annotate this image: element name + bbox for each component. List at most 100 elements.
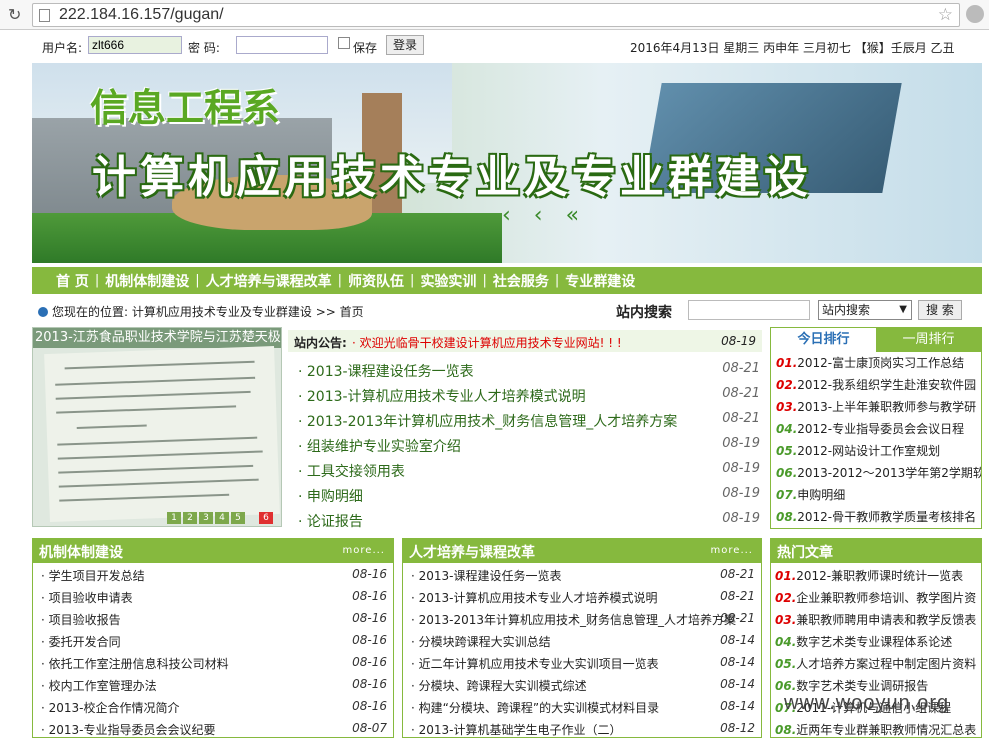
hot-title[interactable]: 数字艺术类专业调研报告: [796, 679, 928, 693]
nav-lab[interactable]: 实验实训: [414, 271, 482, 291]
list-item[interactable]: · 项目验收报告 08-16: [33, 607, 393, 629]
list-item[interactable]: 07.申购明细: [771, 484, 981, 506]
list-item[interactable]: 03.兼职教师聘用申请表和教学反馈表: [771, 607, 981, 629]
item-title[interactable]: · 2013-校企合作情况简介: [41, 699, 180, 716]
item-title[interactable]: · 分模块跨课程大实训总结: [411, 633, 551, 650]
list-item[interactable]: · 2013-计算机应用技术专业人才培养模式说明 08-21: [298, 382, 762, 407]
item-title[interactable]: · 分模块、跨课程大实训模式综述: [411, 677, 587, 694]
list-item[interactable]: · 2013-校企合作情况简介 08-16: [33, 695, 393, 717]
login-button[interactable]: 登录: [386, 35, 424, 55]
list-item[interactable]: · 2013-2013年计算机应用技术_财务信息管理_人才培养方案 08-21: [298, 407, 762, 432]
breadcrumb-path[interactable]: 计算机应用技术专业及专业群建设 >> 首页: [132, 305, 364, 319]
slide-page-2[interactable]: 2: [183, 512, 197, 524]
list-item[interactable]: 08.近两年专业群兼职教师情况汇总表: [771, 717, 981, 739]
nav-talent[interactable]: 人才培养与课程改革: [200, 271, 338, 291]
photo-slideshow[interactable]: 2013-江苏食品职业技术学院与江苏楚天极目 1 2 3 4 5 6: [32, 327, 282, 527]
rank-title[interactable]: 申购明细: [797, 488, 845, 502]
reload-icon[interactable]: ↻: [8, 5, 21, 24]
rank-title[interactable]: 2013-上半年兼职教师参与教学研: [797, 400, 976, 414]
slide-page-6[interactable]: 6: [259, 512, 273, 524]
list-item[interactable]: 08.2012-骨干教师教学质量考核排名: [771, 506, 981, 528]
more-link[interactable]: more...: [711, 545, 753, 556]
news-title[interactable]: · 论证报告: [298, 511, 363, 531]
item-title[interactable]: · 项目验收申请表: [41, 589, 133, 606]
password-input[interactable]: [236, 36, 328, 54]
list-item[interactable]: · 2013-计算机基础学生电子作业（二） 08-12: [403, 717, 761, 739]
rank-title[interactable]: 2012-网站设计工作室规划: [797, 444, 940, 458]
username-input[interactable]: [88, 36, 182, 54]
item-title[interactable]: · 校内工作室管理办法: [41, 677, 157, 694]
list-item[interactable]: · 项目验收申请表 08-16: [33, 585, 393, 607]
list-item[interactable]: 04.数字艺术类专业课程体系论述: [771, 629, 981, 651]
remember-checkbox[interactable]: [338, 37, 350, 49]
rank-title[interactable]: 2012-我系组织学生赴淮安软件园: [797, 378, 976, 392]
hot-title[interactable]: 人才培养方案过程中制定图片资料: [796, 657, 976, 671]
announcement-text[interactable]: · 欢迎光临骨干校建设计算机应用技术专业网站! ! !: [352, 334, 622, 351]
hot-title[interactable]: 近两年专业群兼职教师情况汇总表: [796, 723, 976, 737]
list-item[interactable]: 04.2012-专业指导委员会会议日程: [771, 418, 981, 440]
item-title[interactable]: · 2013-计算机应用技术专业人才培养模式说明: [411, 589, 658, 606]
rank-title[interactable]: 2012-骨干教师教学质量考核排名: [797, 510, 976, 524]
slide-caption[interactable]: 2013-江苏食品职业技术学院与江苏楚天极目: [33, 328, 281, 348]
item-title[interactable]: · 项目验收报告: [41, 611, 121, 628]
item-title[interactable]: · 2013-2013年计算机应用技术_财务信息管理_人才培养方案: [411, 611, 736, 628]
list-item[interactable]: · 依托工作室注册信息科技公司材料 08-16: [33, 651, 393, 673]
hot-item[interactable]: 04.数字艺术类专业课程体系论述: [775, 633, 952, 650]
list-item[interactable]: · 2013-计算机应用技术专业人才培养模式说明 08-21: [403, 585, 761, 607]
rank-title[interactable]: 2013-2012～2013学年第2学期软件: [797, 466, 981, 480]
hot-title[interactable]: 企业兼职教师参培训、教学图片资: [796, 591, 976, 605]
slide-page-3[interactable]: 3: [199, 512, 213, 524]
rank-title[interactable]: 2012-专业指导委员会会议日程: [797, 422, 964, 436]
list-item[interactable]: · 组装维护专业实验室介绍 08-19: [298, 432, 762, 457]
hot-item[interactable]: 05.人才培养方案过程中制定图片资料: [775, 655, 976, 672]
list-item[interactable]: 02.企业兼职教师参培训、教学图片资: [771, 585, 981, 607]
list-item[interactable]: · 学生项目开发总结 08-16: [33, 563, 393, 585]
hot-title[interactable]: 数字艺术类专业课程体系论述: [796, 635, 952, 649]
tab-week[interactable]: 一周排行: [876, 328, 981, 352]
list-item[interactable]: 05.2012-网站设计工作室规划: [771, 440, 981, 462]
hot-title[interactable]: 兼职教师聘用申请表和教学反馈表: [796, 613, 976, 627]
list-item[interactable]: 03.2013-上半年兼职教师参与教学研: [771, 396, 981, 418]
nav-group[interactable]: 专业群建设: [559, 271, 641, 291]
slide-page-5[interactable]: 5: [231, 512, 245, 524]
news-title[interactable]: · 组装维护专业实验室介绍: [298, 436, 461, 456]
hot-item[interactable]: 08.近两年专业群兼职教师情况汇总表: [775, 721, 976, 738]
item-title[interactable]: · 学生项目开发总结: [41, 567, 145, 584]
item-title[interactable]: · 近二年计算机应用技术专业大实训项目一览表: [411, 655, 659, 672]
list-item[interactable]: · 论证报告 08-19: [298, 507, 762, 532]
search-scope-select[interactable]: 站内搜索 ▼: [818, 300, 912, 320]
hot-title[interactable]: 2012-兼职教师课时统计一览表: [796, 569, 963, 583]
nav-mechanism[interactable]: 机制体制建设: [99, 271, 195, 291]
list-item[interactable]: · 2013-课程建设任务一览表 08-21: [298, 357, 762, 382]
news-title[interactable]: · 申购明细: [298, 486, 363, 506]
list-item[interactable]: · 分模块、跨课程大实训模式综述 08-14: [403, 673, 761, 695]
url-text[interactable]: 222.184.16.157/gugan/: [59, 6, 224, 24]
list-item[interactable]: · 分模块跨课程大实训总结 08-14: [403, 629, 761, 651]
news-title[interactable]: · 2013-课程建设任务一览表: [298, 361, 474, 381]
hot-item[interactable]: 01.2012-兼职教师课时统计一览表: [775, 567, 963, 584]
search-button[interactable]: 搜 索: [918, 300, 962, 320]
slide-page-4[interactable]: 4: [215, 512, 229, 524]
item-title[interactable]: · 2013-课程建设任务一览表: [411, 567, 562, 584]
list-item[interactable]: 05.人才培养方案过程中制定图片资料: [771, 651, 981, 673]
address-bar[interactable]: 222.184.16.157/gugan/ ☆: [32, 3, 960, 27]
item-title[interactable]: · 委托开发合同: [41, 633, 121, 650]
nav-home[interactable]: 首 页: [50, 271, 95, 291]
list-item[interactable]: 06.2013-2012～2013学年第2学期软件: [771, 462, 981, 484]
list-item[interactable]: · 2013-课程建设任务一览表 08-21: [403, 563, 761, 585]
hot-item[interactable]: 03.兼职教师聘用申请表和教学反馈表: [775, 611, 976, 628]
nav-faculty[interactable]: 师资队伍: [342, 271, 410, 291]
list-item[interactable]: · 构建“分模块、跨课程”的大实训模式材料目录 08-14: [403, 695, 761, 717]
news-title[interactable]: · 2013-计算机应用技术专业人才培养模式说明: [298, 386, 586, 406]
tab-today[interactable]: 今日排行: [771, 328, 876, 352]
slide-page-1[interactable]: 1: [167, 512, 181, 524]
hot-item[interactable]: 02.企业兼职教师参培训、教学图片资: [775, 589, 976, 606]
news-title[interactable]: · 2013-2013年计算机应用技术_财务信息管理_人才培养方案: [298, 411, 677, 431]
list-item[interactable]: · 2013-2013年计算机应用技术_财务信息管理_人才培养方案 08-21: [403, 607, 761, 629]
list-item[interactable]: · 委托开发合同 08-16: [33, 629, 393, 651]
list-item[interactable]: 01.2012-兼职教师课时统计一览表: [771, 563, 981, 585]
list-item[interactable]: · 2013-专业指导委员会会议纪要 08-07: [33, 717, 393, 739]
nav-service[interactable]: 社会服务: [487, 271, 555, 291]
list-item[interactable]: 02.2012-我系组织学生赴淮安软件园: [771, 374, 981, 396]
rank-title[interactable]: 2012-富士康顶岗实习工作总结: [797, 356, 964, 370]
